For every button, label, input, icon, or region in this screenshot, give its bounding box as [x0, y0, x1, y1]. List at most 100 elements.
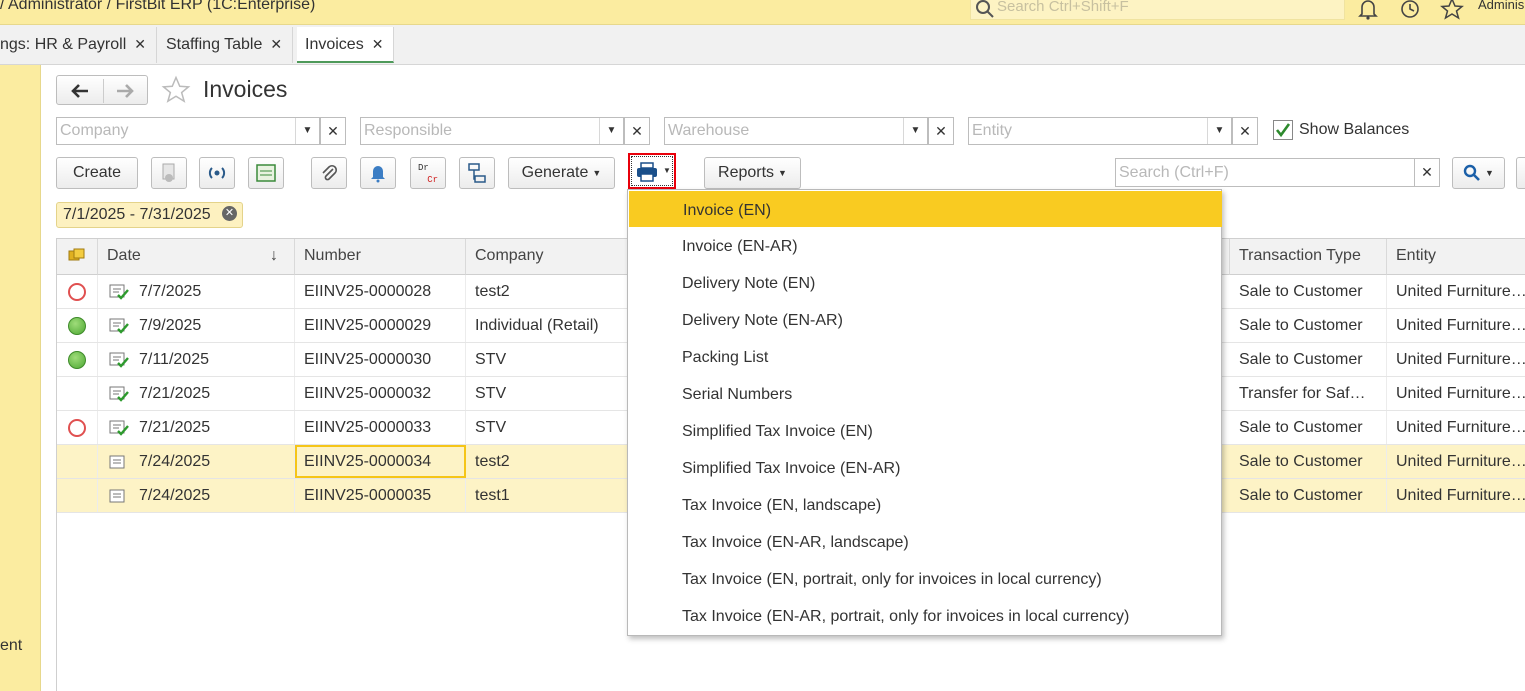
chevron-down-icon: ▼ — [778, 168, 787, 178]
print-menu-item[interactable]: Invoice (EN) — [629, 191, 1222, 227]
reminder-button[interactable] — [360, 157, 396, 189]
close-icon[interactable]: ✕ — [134, 36, 146, 52]
forward-arrow-icon[interactable] — [115, 83, 135, 99]
header-status[interactable] — [57, 239, 98, 275]
header-company[interactable]: Company — [466, 239, 628, 275]
journal-button[interactable] — [248, 157, 284, 189]
cell-entity[interactable]: United Furniture… — [1387, 445, 1525, 478]
print-menu-item[interactable]: Simplified Tax Invoice (EN-AR) — [628, 449, 1221, 486]
favorite-star-icon[interactable] — [160, 75, 192, 105]
bell-icon[interactable] — [1356, 0, 1380, 21]
responsible-filter[interactable]: Responsible ▼ — [360, 117, 624, 145]
header-transaction-type[interactable]: Transaction Type — [1230, 239, 1387, 275]
cell-company[interactable]: STV — [466, 343, 628, 376]
company-clear-button[interactable]: ✕ — [320, 117, 346, 145]
company-filter[interactable]: Company ▼ — [56, 117, 320, 145]
cell-transaction-type[interactable]: Sale to Customer — [1230, 479, 1387, 512]
global-search-input[interactable]: Search Ctrl+Shift+F — [970, 0, 1345, 20]
search-options-button[interactable]: ▼ — [1452, 157, 1505, 189]
warehouse-placeholder: Warehouse — [668, 122, 750, 139]
print-menu-item[interactable]: Invoice (EN-AR) — [628, 227, 1221, 264]
print-menu-item[interactable]: Serial Numbers — [628, 375, 1221, 412]
cell-company[interactable]: test2 — [466, 275, 628, 308]
history-icon[interactable] — [1398, 0, 1422, 21]
attachments-button[interactable] — [311, 157, 347, 189]
responsible-clear-button[interactable]: ✕ — [624, 117, 650, 145]
cell-number[interactable]: EIINV25-0000030 — [295, 343, 466, 376]
cell-company[interactable]: STV — [466, 411, 628, 444]
favorites-star-icon[interactable] — [1440, 0, 1464, 21]
header-entity[interactable]: Entity — [1387, 239, 1525, 275]
print-menu-item[interactable]: Tax Invoice (EN-AR, landscape) — [628, 523, 1221, 560]
cell-number[interactable]: EIINV25-0000035 — [295, 479, 466, 512]
cell-entity[interactable]: United Furniture… — [1387, 343, 1525, 376]
tab-staffing-table[interactable]: Staffing Table ✕ — [158, 27, 294, 63]
cell-number[interactable]: EIINV25-0000032 — [295, 377, 466, 410]
print-menu-item[interactable]: Tax Invoice (EN, portrait, only for invo… — [628, 560, 1221, 597]
search-icon — [1463, 164, 1480, 181]
table-search-input[interactable]: Search (Ctrl+F) — [1115, 158, 1415, 187]
section-label[interactable]: ent — [0, 637, 22, 655]
back-arrow-icon[interactable] — [70, 83, 90, 99]
warehouse-clear-button[interactable]: ✕ — [928, 117, 954, 145]
dropdown-arrow-icon[interactable]: ▼ — [295, 118, 319, 144]
dr-cr-button[interactable]: Dr Cr — [410, 157, 446, 189]
dropdown-arrow-icon[interactable]: ▼ — [1207, 118, 1231, 144]
period-filter-badge[interactable]: 7/1/2025 - 7/31/2025 ✕ — [56, 202, 243, 228]
warehouse-filter[interactable]: Warehouse ▼ — [664, 117, 928, 145]
broadcast-button[interactable] — [199, 157, 235, 189]
show-balances-checkbox[interactable] — [1273, 120, 1293, 140]
search-clear-button[interactable]: ✕ — [1414, 158, 1440, 187]
print-menu-item[interactable]: Tax Invoice (EN, landscape) — [628, 486, 1221, 523]
more-button[interactable] — [1516, 157, 1525, 189]
header-date[interactable]: Date ↓ — [98, 239, 295, 275]
chevron-down-icon: ▼ — [1485, 168, 1494, 178]
dropdown-arrow-icon[interactable]: ▼ — [903, 118, 927, 144]
cell-transaction-type[interactable]: Sale to Customer — [1230, 309, 1387, 342]
status-cell — [57, 309, 98, 342]
cell-entity[interactable]: United Furniture… — [1387, 377, 1525, 410]
copy-document-button[interactable] — [151, 157, 187, 189]
cell-transaction-type[interactable]: Sale to Customer — [1230, 275, 1387, 308]
cell-company[interactable]: Individual (Retail) — [466, 309, 628, 342]
cell-transaction-type[interactable]: Sale to Customer — [1230, 445, 1387, 478]
print-menu-item[interactable]: Simplified Tax Invoice (EN) — [628, 412, 1221, 449]
cell-entity[interactable]: United Furniture… — [1387, 309, 1525, 342]
user-name[interactable]: Adminis — [1478, 0, 1524, 12]
cell-number[interactable]: EIINV25-0000034 — [295, 445, 466, 478]
status-cell — [57, 377, 98, 410]
print-button[interactable]: ▼ — [628, 153, 676, 189]
cell-company[interactable]: test1 — [466, 479, 628, 512]
dropdown-arrow-icon[interactable]: ▼ — [599, 118, 623, 144]
cell-entity[interactable]: United Furniture… — [1387, 275, 1525, 308]
cell-number[interactable]: EIINV25-0000033 — [295, 411, 466, 444]
cell-transaction-type[interactable]: Sale to Customer — [1230, 343, 1387, 376]
header-number[interactable]: Number — [295, 239, 466, 275]
print-menu-item[interactable]: Delivery Note (EN-AR) — [628, 301, 1221, 338]
generate-button[interactable]: Generate ▼ — [508, 157, 615, 189]
print-menu-item[interactable]: Packing List — [628, 338, 1221, 375]
close-icon[interactable]: ✕ — [222, 206, 237, 221]
cell-entity[interactable]: United Furniture… — [1387, 479, 1525, 512]
print-menu-item[interactable]: Tax Invoice (EN-AR, portrait, only for i… — [628, 597, 1221, 634]
cell-entity[interactable]: United Furniture… — [1387, 411, 1525, 444]
close-icon[interactable]: ✕ — [270, 36, 282, 52]
reports-button[interactable]: Reports ▼ — [704, 157, 801, 189]
cell-transaction-type[interactable]: Sale to Customer — [1230, 411, 1387, 444]
cell-company[interactable]: STV — [466, 377, 628, 410]
print-menu-item[interactable]: Delivery Note (EN) — [628, 264, 1221, 301]
tab-invoices[interactable]: Invoices ✕ — [297, 27, 395, 63]
header-date-label: Date — [107, 247, 141, 264]
cell-company[interactable]: test2 — [466, 445, 628, 478]
close-icon[interactable]: ✕ — [372, 36, 384, 52]
cell-transaction-type[interactable]: Transfer for Saf… — [1230, 377, 1387, 410]
title-bar: / Administrator / FirstBit ERP (1C:Enter… — [0, 0, 1525, 25]
create-button[interactable]: Create — [56, 157, 138, 189]
show-balances-label[interactable]: Show Balances — [1299, 121, 1409, 139]
structure-button[interactable] — [459, 157, 495, 189]
entity-filter[interactable]: Entity ▼ — [968, 117, 1232, 145]
entity-clear-button[interactable]: ✕ — [1232, 117, 1258, 145]
cell-number[interactable]: EIINV25-0000029 — [295, 309, 466, 342]
tab-hr-payroll[interactable]: ngs: HR & Payroll ✕ — [0, 27, 157, 63]
cell-number[interactable]: EIINV25-0000028 — [295, 275, 466, 308]
